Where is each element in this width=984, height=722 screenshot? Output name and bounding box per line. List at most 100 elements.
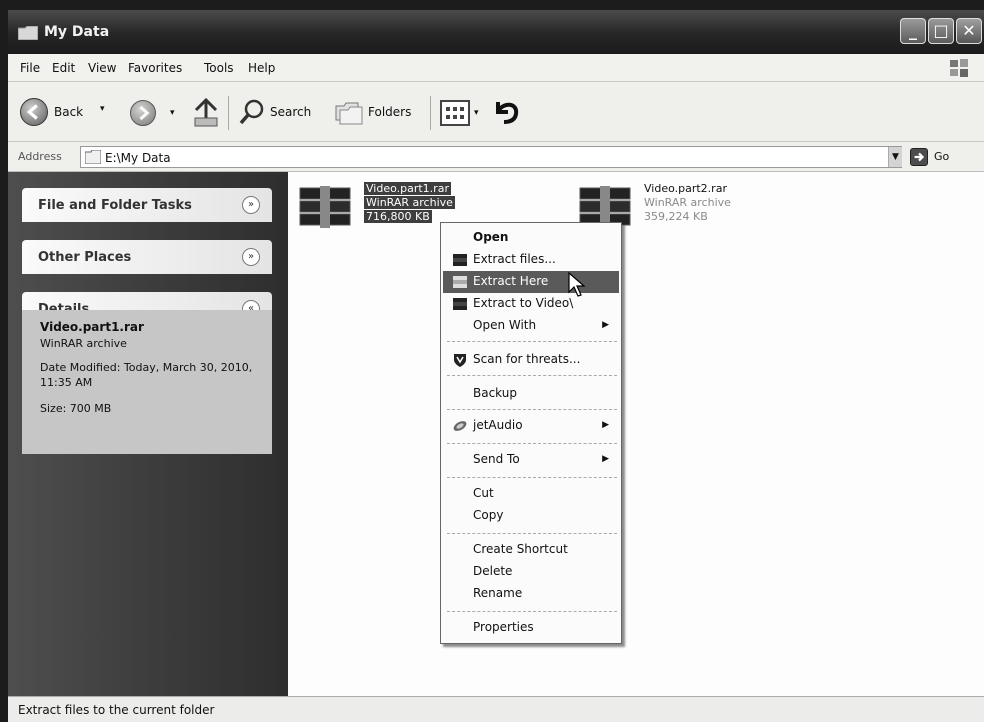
chevron-down-icon: ▼ <box>892 152 899 162</box>
menu-item-delete[interactable]: Delete <box>443 561 619 583</box>
status-text: Extract files to the current folder <box>18 703 215 717</box>
title-bar[interactable]: My Data _ □ ✕ <box>8 10 984 54</box>
views-button[interactable]: ▾ <box>440 100 486 126</box>
views-dropdown-icon: ▾ <box>474 108 479 118</box>
menu-item-label: Create Shortcut <box>473 542 568 556</box>
submenu-arrow-icon: ▶ <box>602 320 609 330</box>
back-arrow-icon <box>20 98 48 126</box>
menu-item-extract-files[interactable]: Extract files... <box>443 249 619 271</box>
back-dropdown-icon[interactable]: ▾ <box>100 104 105 114</box>
menu-item-copy[interactable]: Copy <box>443 505 619 527</box>
maximize-button[interactable]: □ <box>928 18 954 44</box>
address-bar: Address E:\My Data ▼ Go <box>8 142 984 172</box>
menu-item-label: Rename <box>473 586 523 600</box>
menu-item-label: Cut <box>473 486 494 500</box>
search-button[interactable]: Search <box>238 96 322 128</box>
menu-item-backup[interactable]: Backup <box>443 383 619 405</box>
file-size: 359,224 KB <box>644 210 708 223</box>
menu-divider <box>447 341 617 342</box>
details-panel: Video.part1.rar WinRAR archive Date Modi… <box>22 310 272 454</box>
other-places-title: Other Places <box>38 250 132 265</box>
address-label: Address <box>18 150 62 163</box>
menu-item-create-shortcut[interactable]: Create Shortcut <box>443 539 619 561</box>
address-dropdown-button[interactable]: ▼ <box>888 147 902 167</box>
folders-button[interactable]: Folders <box>334 96 424 128</box>
back-button[interactable]: Back ▾ <box>20 96 112 128</box>
toolbar-separator <box>228 96 229 130</box>
file-size: 716,800 KB <box>364 210 432 223</box>
submenu-arrow-icon: ▶ <box>602 454 609 464</box>
maximize-icon: □ <box>933 21 949 40</box>
minimize-button[interactable]: _ <box>900 18 926 44</box>
expand-chevron-icon[interactable]: » <box>242 196 260 214</box>
menu-item-jetaudio[interactable]: jetAudio ▶ <box>443 415 619 437</box>
menu-divider <box>447 443 617 444</box>
details-date-modified: Date Modified: Today, March 30, 2010, 11… <box>40 361 253 389</box>
details-file-name: Video.part1.rar <box>40 320 144 334</box>
winrar-archive-icon <box>453 276 467 288</box>
details-file-type: WinRAR archive <box>40 337 127 350</box>
menu-help[interactable]: Help <box>248 61 275 75</box>
menu-favorites[interactable]: Favorites <box>128 61 182 75</box>
menu-item-properties[interactable]: Properties <box>443 617 619 639</box>
menu-item-label: Extract to Video\ <box>473 296 574 310</box>
back-label: Back <box>54 105 84 119</box>
expand-chevron-icon[interactable]: » <box>242 248 260 266</box>
go-button[interactable] <box>910 148 928 166</box>
other-places-header[interactable]: Other Places » <box>22 240 272 274</box>
menu-bar: File Edit View Favorites Tools Help <box>8 54 984 82</box>
menu-item-rename[interactable]: Rename <box>443 583 619 605</box>
views-icon <box>440 100 470 126</box>
file-list-view[interactable]: Video.part1.rar WinRAR archive 716,800 K… <box>288 172 984 696</box>
forward-dropdown-icon[interactable]: ▾ <box>170 108 175 118</box>
menu-item-label: Extract Here <box>473 274 549 288</box>
menu-item-label: Send To <box>473 452 520 466</box>
go-label[interactable]: Go <box>934 150 949 163</box>
menu-item-extract-here[interactable]: Extract Here <box>443 271 619 293</box>
menu-item-label: Backup <box>473 386 517 400</box>
up-folder-icon[interactable] <box>192 96 220 128</box>
menu-tools[interactable]: Tools <box>204 61 234 75</box>
menu-file[interactable]: File <box>20 61 40 75</box>
menu-item-open-with[interactable]: Open With ▶ <box>443 315 619 337</box>
winrar-archive-icon <box>299 186 351 228</box>
menu-edit[interactable]: Edit <box>52 61 75 75</box>
file-type: WinRAR archive <box>364 196 455 209</box>
menu-item-label: Extract files... <box>473 252 556 266</box>
folder-icon <box>18 26 38 40</box>
file-folder-tasks-title: File and Folder Tasks <box>38 198 192 213</box>
close-button[interactable]: ✕ <box>956 18 982 44</box>
menu-item-label: Open With <box>473 318 537 332</box>
details-size: Size: 700 MB <box>40 402 112 415</box>
menu-divider <box>447 533 617 534</box>
menu-divider <box>447 477 617 478</box>
status-bar: Extract files to the current folder <box>8 696 984 722</box>
file-folder-tasks-header[interactable]: File and Folder Tasks » <box>22 188 272 222</box>
menu-item-send-to[interactable]: Send To ▶ <box>443 449 619 471</box>
winrar-archive-icon <box>453 298 467 310</box>
address-value: E:\My Data <box>105 151 171 165</box>
menu-item-scan-for-threats[interactable]: Scan for threats... <box>443 349 619 371</box>
folder-icon <box>85 150 101 164</box>
folders-icon <box>335 102 363 125</box>
forward-arrow-icon[interactable] <box>130 100 156 126</box>
toolbar: Back ▾ ▾ Search Folders ▾ <box>8 82 984 142</box>
folders-label: Folders <box>368 105 412 119</box>
menu-divider <box>447 611 617 612</box>
minimize-icon: _ <box>909 21 917 40</box>
menu-item-label: Properties <box>473 620 534 634</box>
menu-item-label: Open <box>473 230 509 244</box>
close-icon: ✕ <box>962 21 976 40</box>
address-input[interactable]: E:\My Data <box>80 146 902 168</box>
windows-logo-icon <box>950 59 968 77</box>
screenshot-frame: My Data _ □ ✕ File Edit View Favorites T… <box>0 0 984 722</box>
shield-icon <box>454 354 466 367</box>
menu-view[interactable]: View <box>88 61 116 75</box>
jetaudio-icon <box>453 421 467 431</box>
winrar-archive-icon <box>453 254 467 266</box>
menu-item-open[interactable]: Open <box>443 227 619 249</box>
undo-icon[interactable] <box>492 98 522 126</box>
menu-item-cut[interactable]: Cut <box>443 483 619 505</box>
menu-item-extract-to[interactable]: Extract to Video\ <box>443 293 619 315</box>
explorer-window: My Data _ □ ✕ File Edit View Favorites T… <box>8 10 984 722</box>
